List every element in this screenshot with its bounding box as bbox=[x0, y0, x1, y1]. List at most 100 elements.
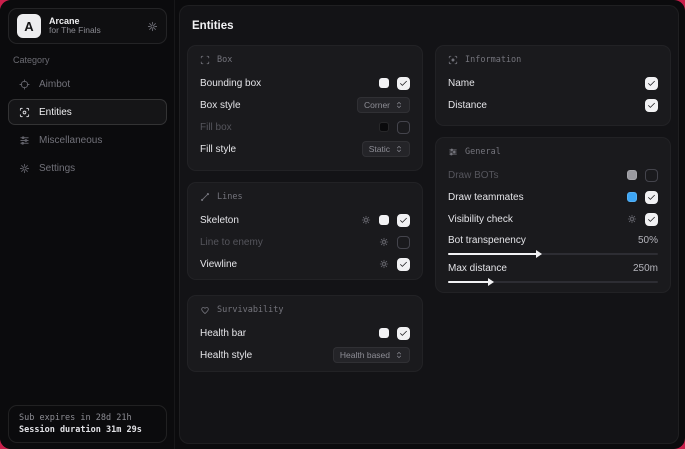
sidebar: A Arcane for The Finals Category Aimbot bbox=[0, 0, 175, 449]
entities-scan-icon bbox=[19, 107, 30, 118]
setting-label: Draw BOTs bbox=[448, 170, 499, 181]
gear-icon[interactable] bbox=[361, 215, 371, 225]
skeleton-checkbox[interactable] bbox=[397, 214, 410, 227]
setting-row-viewline: Viewline bbox=[200, 253, 410, 275]
health-style-dropdown[interactable]: Health based bbox=[333, 347, 410, 363]
chevrons-up-down-icon bbox=[395, 351, 403, 359]
card-title: Box bbox=[217, 55, 232, 65]
setting-label: Bot transpenency bbox=[448, 235, 526, 246]
setting-label: Skeleton bbox=[200, 215, 239, 226]
gear-icon[interactable] bbox=[627, 214, 637, 224]
sidebar-item-settings[interactable]: Settings bbox=[8, 155, 167, 181]
color-swatch[interactable] bbox=[627, 170, 637, 180]
color-swatch[interactable] bbox=[627, 192, 637, 202]
sidebar-item-label: Entities bbox=[39, 107, 72, 118]
dropdown-value: Corner bbox=[364, 100, 390, 110]
main-panel: Entities Box Bounding box Box style Corn… bbox=[179, 5, 679, 444]
fill-box-checkbox[interactable] bbox=[397, 121, 410, 134]
sliders-icon bbox=[448, 147, 458, 157]
setting-row-name: Name bbox=[448, 72, 658, 94]
card-title: Lines bbox=[217, 192, 243, 202]
slider-thumb[interactable] bbox=[488, 278, 494, 286]
sidebar-item-label: Aimbot bbox=[39, 79, 70, 90]
crosshair-icon bbox=[19, 79, 30, 90]
setting-label: Distance bbox=[448, 100, 487, 111]
sub-expiry-text: Sub expires in 28d 21h bbox=[19, 413, 156, 423]
heart-icon bbox=[200, 305, 210, 315]
draw-bots-checkbox[interactable] bbox=[645, 169, 658, 182]
bot-transpenency-slider[interactable] bbox=[448, 253, 658, 255]
setting-label: Fill style bbox=[200, 144, 236, 155]
gear-icon[interactable] bbox=[379, 259, 389, 269]
card-survivability-header: Survivability bbox=[200, 305, 410, 315]
line-to-enemy-checkbox[interactable] bbox=[397, 236, 410, 249]
setting-row-health-style: Health style Health based bbox=[200, 344, 410, 366]
visibility-check-checkbox[interactable] bbox=[645, 213, 658, 226]
page-title: Entities bbox=[192, 20, 234, 32]
diagonal-line-icon bbox=[200, 192, 210, 202]
app-titles: Arcane for The Finals bbox=[49, 16, 139, 36]
card-box: Box Bounding box Box style Corner Fill b… bbox=[187, 45, 423, 171]
setting-row-line-to-enemy: Line to enemy bbox=[200, 231, 410, 253]
category-label: Category bbox=[13, 55, 50, 65]
gear-icon[interactable] bbox=[147, 21, 158, 32]
setting-label: Draw teammates bbox=[448, 192, 524, 203]
color-swatch[interactable] bbox=[379, 78, 389, 88]
setting-row-bounding-box: Bounding box bbox=[200, 72, 410, 94]
name-checkbox[interactable] bbox=[645, 77, 658, 90]
app-logo: A bbox=[17, 14, 41, 38]
setting-label: Fill box bbox=[200, 122, 232, 133]
health-bar-checkbox[interactable] bbox=[397, 327, 410, 340]
card-title: Information bbox=[465, 55, 521, 65]
dropdown-value: Health based bbox=[340, 350, 390, 360]
setting-row-bot-transpenency: Bot transpenency 50% bbox=[448, 233, 658, 255]
setting-row-health-bar: Health bar bbox=[200, 322, 410, 344]
box-style-dropdown[interactable]: Corner bbox=[357, 97, 410, 113]
app-header-card: A Arcane for The Finals bbox=[8, 8, 167, 44]
fill-style-dropdown[interactable]: Static bbox=[362, 141, 410, 157]
card-lines: Lines Skeleton Line to enemy Viewline bbox=[187, 182, 423, 280]
setting-label: Line to enemy bbox=[200, 237, 263, 248]
card-box-header: Box bbox=[200, 55, 410, 65]
sidebar-item-miscellaneous[interactable]: Miscellaneous bbox=[8, 127, 167, 153]
gear-icon bbox=[19, 163, 30, 174]
viewline-checkbox[interactable] bbox=[397, 258, 410, 271]
setting-label: Name bbox=[448, 78, 475, 89]
sidebar-nav: Aimbot Entities Miscellaneous Settings bbox=[8, 71, 167, 181]
slider-fill bbox=[448, 281, 490, 283]
setting-row-draw-teammates: Draw teammates bbox=[448, 186, 658, 208]
card-general: General Draw BOTs Draw teammates Visibil… bbox=[435, 137, 671, 293]
card-title: General bbox=[465, 147, 501, 157]
session-duration-text: Session duration 31m 29s bbox=[19, 425, 156, 435]
chevrons-up-down-icon bbox=[395, 101, 403, 109]
slider-fill bbox=[448, 253, 538, 255]
card-title: Survivability bbox=[217, 305, 284, 315]
sliders-icon bbox=[19, 135, 30, 146]
sidebar-item-aimbot[interactable]: Aimbot bbox=[8, 71, 167, 97]
app-window: A Arcane for The Finals Category Aimbot bbox=[0, 0, 685, 449]
setting-row-distance: Distance bbox=[448, 94, 658, 116]
sidebar-item-entities[interactable]: Entities bbox=[8, 99, 167, 125]
box-corners-icon bbox=[200, 55, 210, 65]
setting-row-draw-bots: Draw BOTs bbox=[448, 164, 658, 186]
color-swatch[interactable] bbox=[379, 215, 389, 225]
chevrons-up-down-icon bbox=[395, 145, 403, 153]
slider-value: 50% bbox=[638, 235, 658, 246]
gear-icon[interactable] bbox=[379, 237, 389, 247]
max-distance-slider[interactable] bbox=[448, 281, 658, 283]
card-information-header: Information bbox=[448, 55, 658, 65]
sidebar-item-label: Settings bbox=[39, 163, 75, 174]
dropdown-value: Static bbox=[369, 144, 390, 154]
color-swatch[interactable] bbox=[379, 122, 389, 132]
draw-teammates-checkbox[interactable] bbox=[645, 191, 658, 204]
scan-eye-icon bbox=[448, 55, 458, 65]
setting-label: Health bar bbox=[200, 328, 246, 339]
color-swatch[interactable] bbox=[379, 328, 389, 338]
sidebar-item-label: Miscellaneous bbox=[39, 135, 102, 146]
bounding-box-checkbox[interactable] bbox=[397, 77, 410, 90]
setting-label: Bounding box bbox=[200, 78, 261, 89]
slider-thumb[interactable] bbox=[536, 250, 542, 258]
distance-checkbox[interactable] bbox=[645, 99, 658, 112]
setting-label: Viewline bbox=[200, 259, 237, 270]
setting-row-max-distance: Max distance 250m bbox=[448, 261, 658, 283]
